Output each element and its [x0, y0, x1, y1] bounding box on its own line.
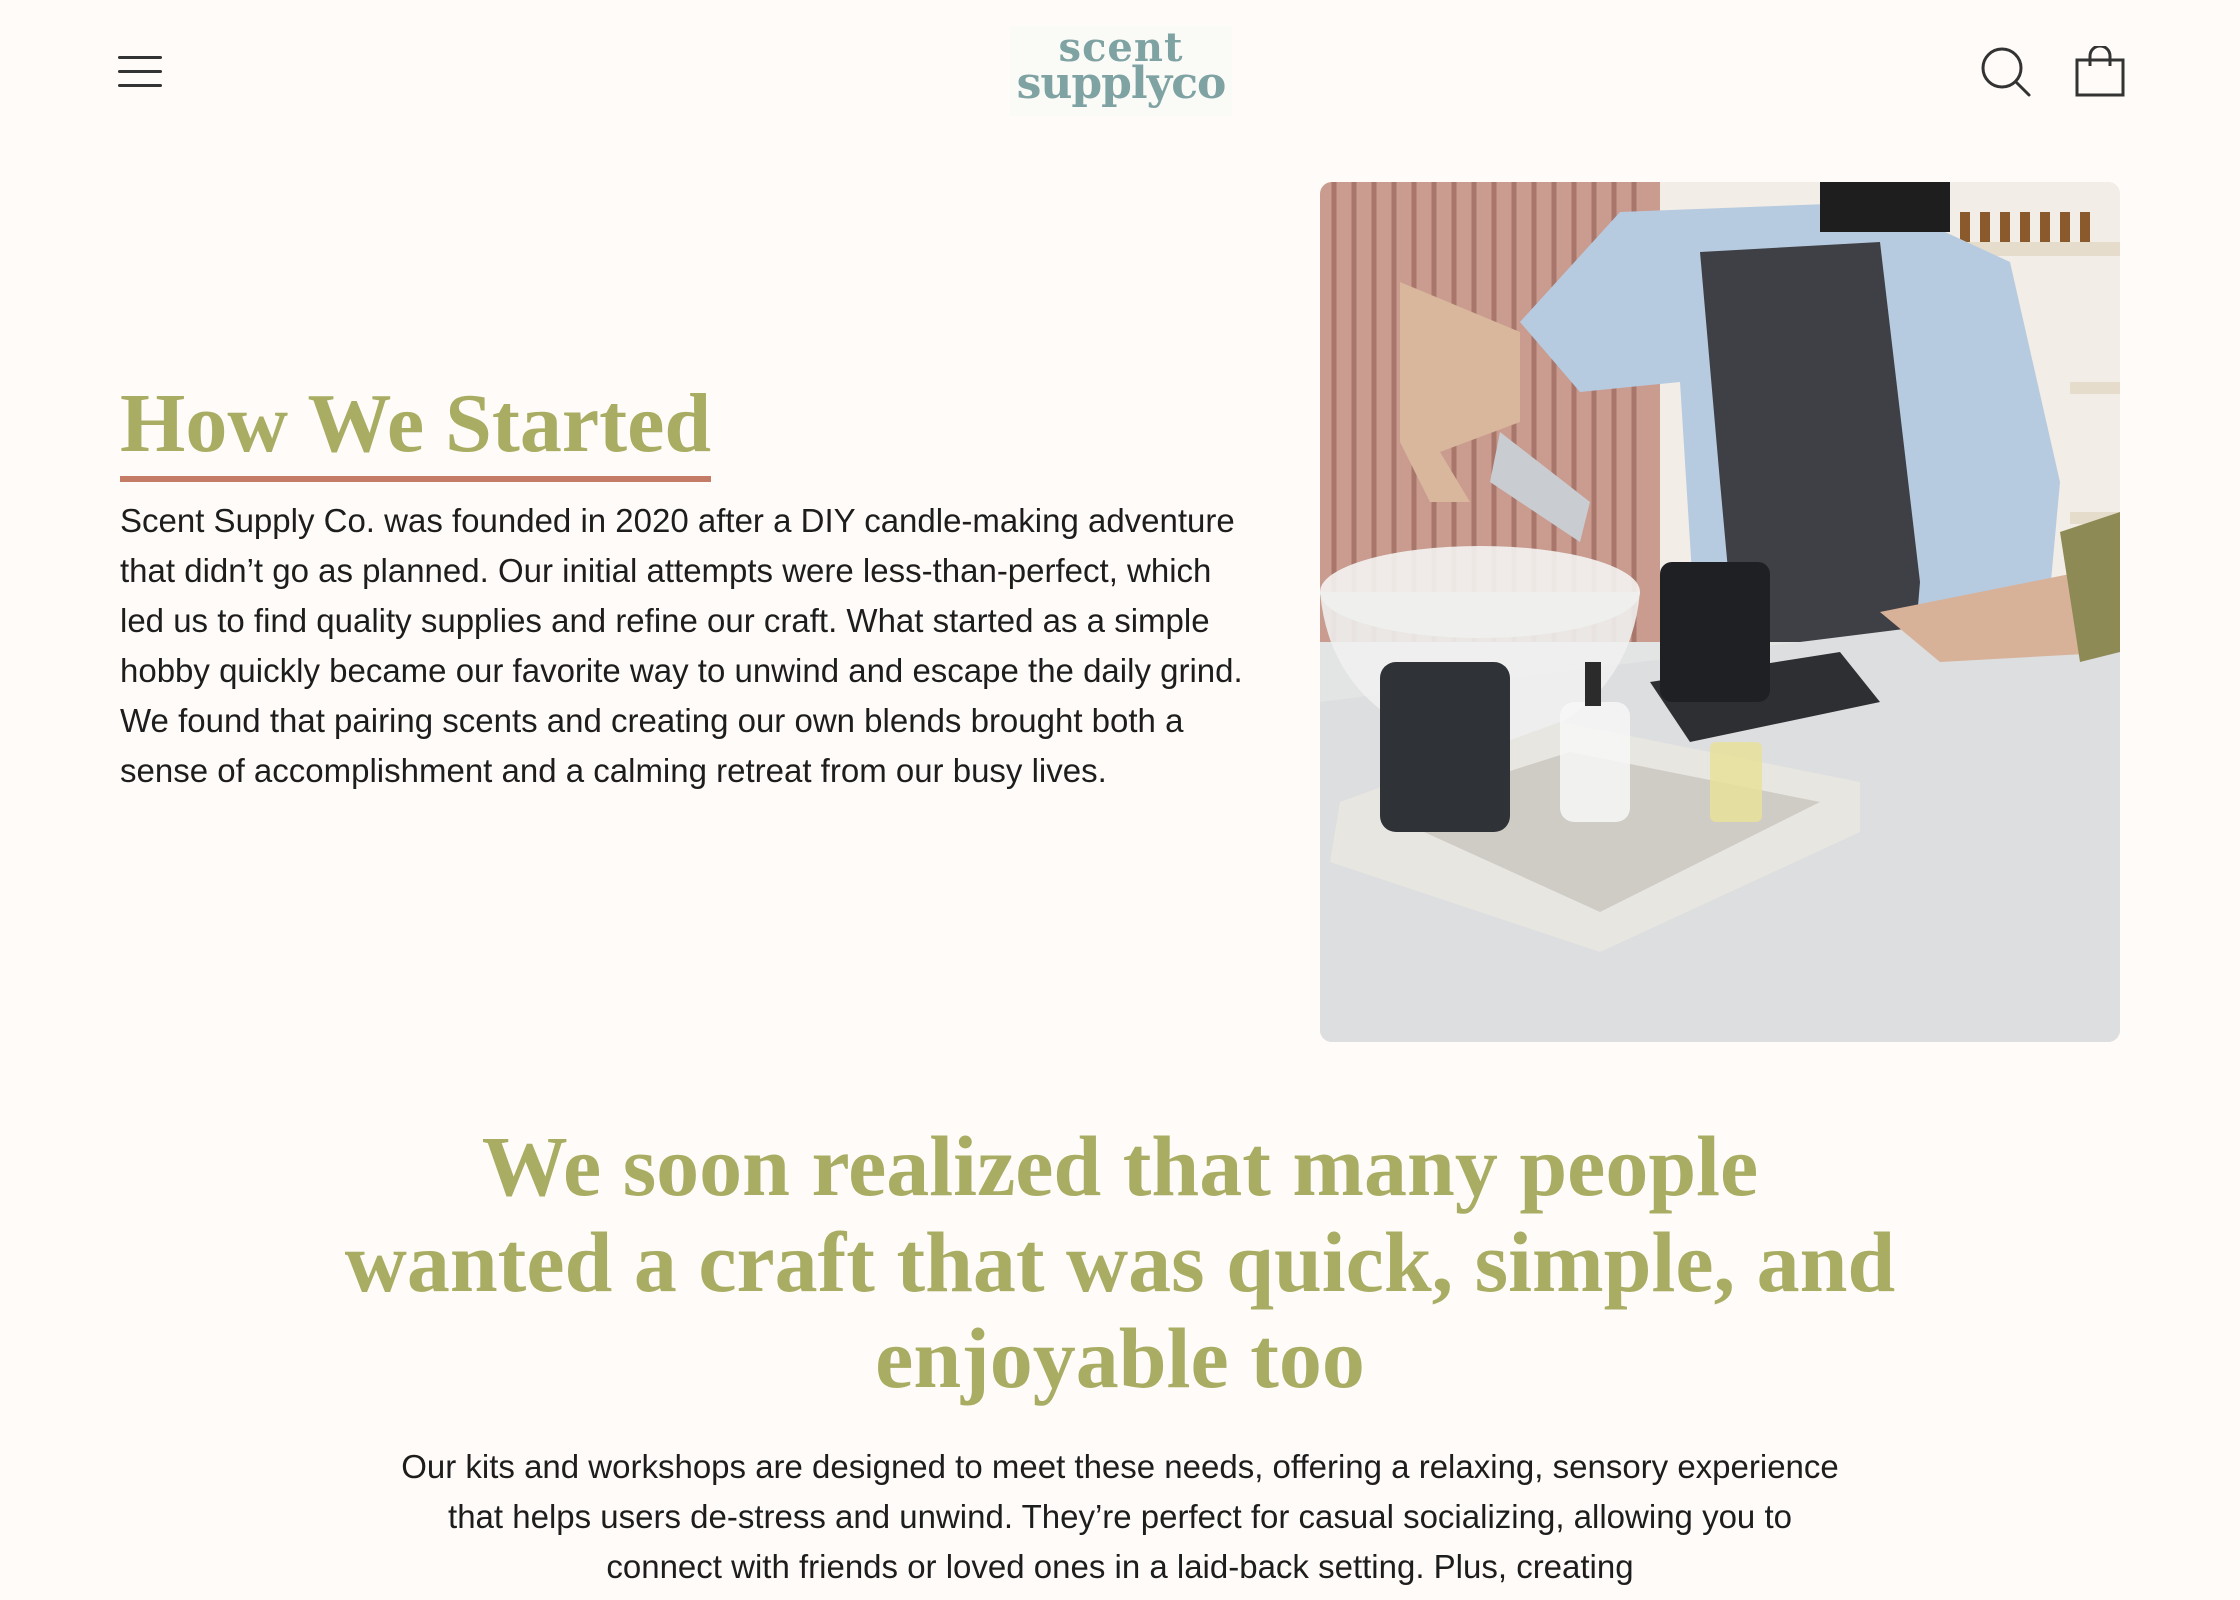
hamburger-menu-icon[interactable]	[118, 52, 164, 92]
search-icon[interactable]	[1980, 46, 2032, 98]
logo-line-2: supplyco	[1016, 58, 1227, 109]
site-header: scent supplyco	[0, 0, 2240, 150]
menu-line	[118, 70, 162, 73]
candle-making-photo	[1320, 182, 2120, 1042]
mission-heading: We soon realized that many people wanted…	[344, 1118, 1896, 1406]
menu-line	[118, 84, 162, 87]
story-paragraph: Scent Supply Co. was founded in 2020 aft…	[120, 502, 1243, 789]
menu-line	[118, 56, 162, 59]
page: scent supplyco How We Started Scent Supp…	[0, 0, 2240, 1600]
shopping-bag-icon[interactable]	[2074, 44, 2126, 98]
brand-logo[interactable]: scent supplyco	[1010, 26, 1232, 116]
story-heading: How We Started	[120, 376, 712, 482]
mission-paragraph: Our kits and workshops are designed to m…	[401, 1448, 1839, 1585]
